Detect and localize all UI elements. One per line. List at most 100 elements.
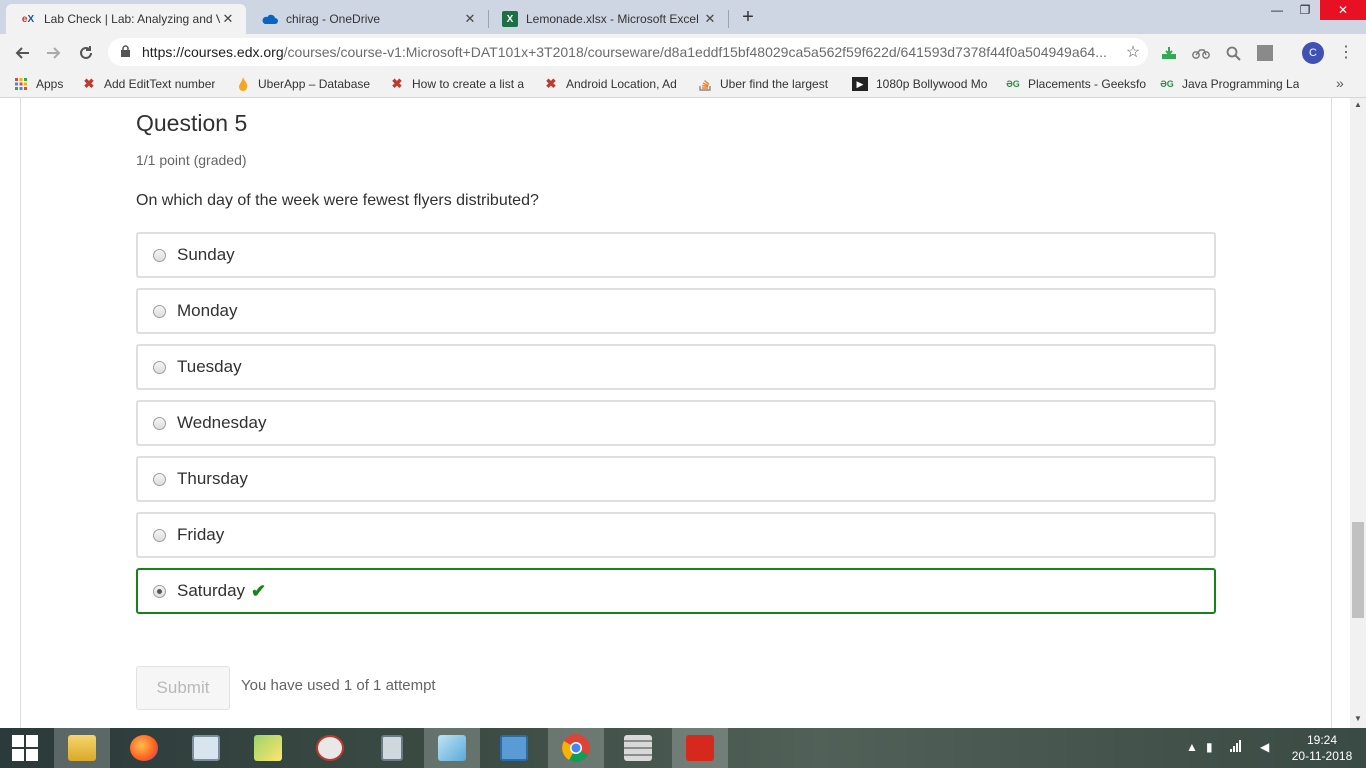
- radio-button[interactable]: [153, 528, 166, 542]
- task-manager-icon[interactable]: [178, 728, 234, 768]
- extension-square-icon[interactable]: [1254, 42, 1276, 64]
- option-thursday[interactable]: Thursday: [136, 456, 1216, 502]
- menu-kebab-icon[interactable]: ⋮: [1338, 42, 1354, 64]
- option-label: Monday: [177, 301, 238, 320]
- option-sunday[interactable]: Sunday: [136, 232, 1216, 278]
- stackoverflow-icon: [698, 77, 712, 91]
- scroll-down-arrow-icon[interactable]: ▼: [1350, 712, 1366, 726]
- tab-excel[interactable]: X Lemonade.xlsx - Microsoft Excel O ✕: [488, 4, 728, 34]
- tab-edx[interactable]: eX Lab Check | Lab: Analyzing and V ✕: [6, 4, 246, 34]
- radio-button[interactable]: [153, 472, 166, 486]
- bookmark-item[interactable]: ✖ Android Location, Ad: [544, 75, 684, 93]
- scroll-thumb[interactable]: [1352, 522, 1364, 618]
- extension-download-icon[interactable]: [1158, 42, 1180, 64]
- forward-arrow-icon[interactable]: [38, 39, 70, 67]
- notepad-icon[interactable]: [424, 728, 480, 768]
- option-monday[interactable]: Monday: [136, 288, 1216, 334]
- calculator-icon[interactable]: [364, 728, 420, 768]
- wifi-signal-icon[interactable]: [1230, 740, 1244, 755]
- acrobat-icon[interactable]: [672, 728, 728, 768]
- bookmark-star-icon[interactable]: ☆: [1118, 42, 1148, 62]
- firewall-icon[interactable]: [610, 728, 666, 768]
- option-friday[interactable]: Friday: [136, 512, 1216, 558]
- option-label: Thursday: [177, 469, 248, 488]
- extension-bicycle-icon[interactable]: [1190, 42, 1212, 64]
- play-icon: ▶: [852, 77, 868, 91]
- profile-avatar[interactable]: C: [1302, 42, 1324, 64]
- windows-start-icon[interactable]: [0, 728, 50, 768]
- excel-icon: X: [502, 11, 518, 27]
- tab-title: Lab Check | Lab: Analyzing and V: [44, 12, 220, 26]
- bookmark-item[interactable]: ✖ How to create a list a: [390, 75, 530, 93]
- chrome-icon[interactable]: [548, 728, 604, 768]
- gfg-icon: ƏG: [1160, 79, 1174, 89]
- page-scrollbar[interactable]: ▲ ▼: [1350, 98, 1366, 728]
- new-tab-button[interactable]: +: [736, 6, 760, 28]
- tab-title: Lemonade.xlsx - Microsoft Excel O: [526, 12, 702, 26]
- x-icon: ✖: [391, 76, 403, 91]
- bookmark-item[interactable]: ƏG Java Programming La: [1160, 75, 1300, 93]
- window-close-button[interactable]: ✕: [1320, 0, 1366, 20]
- tab-strip: eX Lab Check | Lab: Analyzing and V ✕ ch…: [0, 0, 1366, 34]
- scroll-up-arrow-icon[interactable]: ▲: [1350, 98, 1366, 112]
- windows-taskbar: ▲ ▮ ◀ 19:24 20-11-2018: [0, 728, 1366, 768]
- bookmark-item[interactable]: UberApp – Database: [236, 75, 376, 93]
- bookmarks-bar: Apps ✖ Add EditText number UberApp – Dat…: [0, 71, 1366, 98]
- radio-button[interactable]: [153, 416, 166, 430]
- url-text: https://courses.edx.org/courses/course-v…: [142, 44, 1107, 60]
- option-label: Wednesday: [177, 413, 267, 432]
- sticky-notes-icon[interactable]: [240, 728, 296, 768]
- apps-grid-icon: [14, 77, 28, 91]
- address-bar[interactable]: https://courses.edx.org/courses/course-v…: [108, 38, 1148, 66]
- close-icon[interactable]: ✕: [220, 11, 236, 27]
- more-bookmarks-chevron-icon[interactable]: »: [1336, 75, 1344, 91]
- onedrive-icon: [262, 11, 278, 27]
- edx-icon: eX: [21, 13, 35, 25]
- tray-chevron-icon[interactable]: ▲: [1186, 740, 1198, 754]
- speaker-icon[interactable]: ◀: [1260, 740, 1269, 754]
- file-explorer-icon[interactable]: [54, 728, 110, 768]
- question-text: On which day of the week were fewest fly…: [136, 192, 539, 209]
- radio-button[interactable]: [153, 360, 166, 374]
- control-panel-icon[interactable]: [486, 728, 542, 768]
- bookmark-item[interactable]: ✖ Add EditText number: [82, 75, 220, 93]
- option-label: Saturday: [177, 581, 246, 600]
- close-icon[interactable]: ✕: [702, 11, 718, 27]
- close-icon[interactable]: ✕: [462, 11, 478, 27]
- checkmark-icon: ✔: [251, 580, 267, 601]
- bookmark-item[interactable]: Uber find the largest: [698, 75, 838, 93]
- minimize-icon[interactable]: —: [1262, 0, 1292, 20]
- radio-button[interactable]: [153, 304, 166, 318]
- tab-divider: [728, 10, 729, 28]
- system-clock[interactable]: 19:24 20-11-2018: [1283, 732, 1361, 764]
- bookmark-item[interactable]: ƏG Placements - Geeksfo: [1006, 75, 1146, 93]
- battery-icon[interactable]: ▮: [1206, 740, 1213, 754]
- option-tuesday[interactable]: Tuesday: [136, 344, 1216, 390]
- submit-button[interactable]: Submit: [136, 666, 230, 710]
- bookmark-apps[interactable]: Apps: [14, 75, 74, 93]
- page-viewport: Question 5 1/1 point (graded) On which d…: [0, 98, 1350, 728]
- lock-icon: [120, 45, 134, 59]
- back-arrow-icon[interactable]: [6, 39, 38, 67]
- snipping-tool-icon[interactable]: [302, 728, 358, 768]
- question-points: 1/1 point (graded): [136, 152, 247, 168]
- reload-icon[interactable]: [70, 39, 102, 67]
- restore-icon[interactable]: ❐: [1290, 0, 1320, 20]
- question-title: Question 5: [136, 110, 248, 136]
- radio-button[interactable]: [153, 248, 166, 262]
- option-wednesday[interactable]: Wednesday: [136, 400, 1216, 446]
- option-label: Friday: [177, 525, 225, 544]
- bookmark-item[interactable]: ▶ 1080p Bollywood Mo: [852, 75, 992, 93]
- radio-button-selected[interactable]: [153, 584, 166, 598]
- flame-icon: [236, 77, 250, 91]
- x-icon: ✖: [545, 76, 557, 91]
- tab-onedrive[interactable]: chirag - OneDrive ✕: [248, 4, 488, 34]
- option-saturday[interactable]: Saturday ✔: [136, 568, 1216, 614]
- gfg-icon: ƏG: [1006, 79, 1020, 89]
- tab-title: chirag - OneDrive: [286, 12, 381, 26]
- firefox-icon[interactable]: [116, 728, 172, 768]
- x-icon: ✖: [83, 76, 95, 91]
- clock-time: 19:24: [1306, 733, 1338, 747]
- option-label: Tuesday: [177, 357, 242, 376]
- search-icon[interactable]: [1222, 42, 1244, 64]
